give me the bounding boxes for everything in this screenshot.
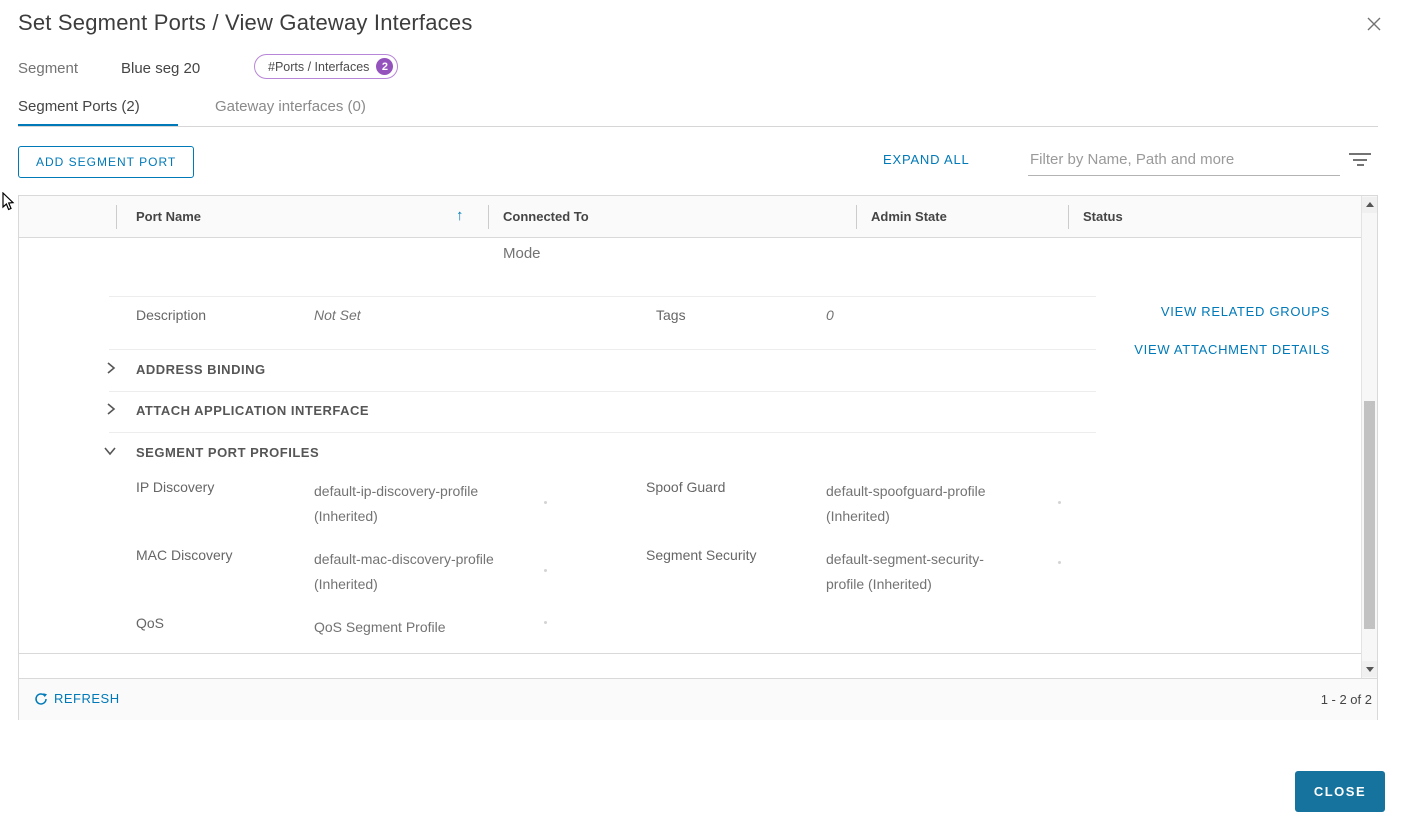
row-divider	[109, 296, 1096, 297]
info-dot-icon	[1058, 501, 1061, 504]
pagination-text: 1 - 2 of 2	[1320, 692, 1372, 707]
tags-value: 0	[826, 307, 834, 323]
column-divider	[1068, 205, 1069, 229]
section-segment-port-profiles[interactable]: SEGMENT PORT PROFILES	[136, 445, 319, 460]
tags-label: Tags	[656, 307, 686, 323]
scroll-down-button[interactable]	[1362, 661, 1377, 677]
column-header-admin-state[interactable]: Admin State	[871, 209, 947, 224]
profile-label: QoS	[136, 615, 165, 631]
profile-value: QoS Segment Profile	[314, 615, 544, 640]
column-divider	[116, 205, 117, 229]
profile-value-line1: QoS Segment Profile	[314, 619, 446, 635]
view-attachment-details-link[interactable]: VIEW ATTACHMENT DETAILS	[1134, 342, 1330, 357]
chevron-right-icon[interactable]	[104, 402, 118, 416]
refresh-icon	[35, 692, 47, 705]
tabbar-divider	[18, 126, 1378, 127]
description-value: Not Set	[314, 307, 361, 323]
profile-value: default-mac-discovery-profile (Inherited)	[314, 547, 544, 597]
segment-label: Segment	[18, 60, 79, 77]
filter-icon[interactable]	[1348, 153, 1372, 170]
segment-ports-grid: Port Name ↑ Connected To Admin State Sta…	[18, 195, 1378, 720]
profile-value-line1: default-segment-security-	[826, 551, 984, 567]
profile-value-line2: (Inherited)	[826, 508, 890, 524]
column-header-port-name[interactable]: Port Name	[136, 209, 201, 224]
page-title: Set Segment Ports / View Gateway Interfa…	[18, 10, 473, 35]
mouse-cursor	[1, 191, 15, 217]
profile-label: Segment Security	[646, 547, 757, 563]
triangle-down-icon	[1366, 667, 1374, 672]
segment-name: Blue seg 20	[121, 60, 201, 77]
column-header-connected-to[interactable]: Connected To	[503, 209, 589, 224]
description-label: Description	[136, 307, 207, 323]
refresh-label: REFRESH	[54, 691, 120, 706]
section-address-binding[interactable]: ADDRESS BINDING	[136, 362, 266, 377]
grid-body: Mode Description Not Set Tags 0 VIEW REL…	[19, 238, 1362, 654]
expand-all-link[interactable]: EXPAND ALL	[883, 152, 970, 167]
scrollbar-thumb[interactable]	[1364, 401, 1375, 629]
profile-value-line2: profile (Inherited)	[826, 576, 932, 592]
sort-ascending-icon[interactable]: ↑	[456, 207, 464, 224]
grid-footer: REFRESH 1 - 2 of 2	[19, 678, 1377, 720]
scroll-up-button[interactable]	[1362, 197, 1377, 213]
add-segment-port-button[interactable]: ADD SEGMENT PORT	[18, 146, 195, 178]
profile-value: default-spoofguard-profile (Inherited)	[826, 479, 1056, 529]
profile-value-line1: default-mac-discovery-profile	[314, 551, 494, 567]
view-related-groups-link[interactable]: VIEW RELATED GROUPS	[1161, 304, 1330, 319]
ports-interfaces-badge-label: #Ports / Interfaces	[268, 59, 370, 74]
profile-label: IP Discovery	[136, 479, 215, 495]
tab-segment-ports[interactable]: Segment Ports (2)	[18, 98, 140, 115]
profile-value-line1: default-spoofguard-profile	[826, 483, 986, 499]
profile-value-line1: default-ip-discovery-profile	[314, 483, 479, 499]
close-button[interactable]: CLOSE	[1295, 771, 1385, 812]
close-icon[interactable]	[1366, 16, 1386, 36]
refresh-link[interactable]: REFRESH	[34, 691, 120, 706]
info-dot-icon	[1058, 561, 1061, 564]
grid-header-row: Port Name ↑ Connected To Admin State Sta…	[19, 196, 1377, 238]
tab-gateway-interfaces[interactable]: Gateway interfaces (0)	[215, 98, 366, 115]
row-divider	[109, 391, 1096, 392]
row-divider	[109, 432, 1096, 433]
profile-value: default-segment-security-profile (Inheri…	[826, 547, 1056, 597]
info-dot-icon	[544, 621, 547, 624]
ports-interfaces-count: 2	[376, 58, 394, 75]
row-divider	[109, 349, 1096, 350]
column-header-status[interactable]: Status	[1083, 209, 1123, 224]
column-divider	[488, 205, 489, 229]
info-dot-icon	[544, 569, 547, 572]
profile-value: default-ip-discovery-profile (Inherited)	[314, 479, 544, 529]
profile-label: Spoof Guard	[646, 479, 726, 495]
profile-label: MAC Discovery	[136, 547, 233, 563]
info-dot-icon	[544, 501, 547, 504]
vertical-scrollbar[interactable]	[1361, 196, 1377, 678]
close-x-glyph	[1367, 17, 1381, 31]
column-divider	[856, 205, 857, 229]
chevron-down-icon[interactable]	[103, 444, 117, 458]
section-attach-application-interface[interactable]: ATTACH APPLICATION INTERFACE	[136, 403, 369, 418]
triangle-up-icon	[1366, 202, 1374, 207]
profile-value-line2: (Inherited)	[314, 576, 378, 592]
ports-interfaces-badge[interactable]: #Ports / Interfaces 2	[254, 54, 399, 79]
mode-column-label: Mode	[503, 245, 541, 262]
chevron-right-icon[interactable]	[104, 361, 118, 375]
profile-value-line2: (Inherited)	[314, 508, 378, 524]
filter-input[interactable]	[1028, 147, 1340, 176]
